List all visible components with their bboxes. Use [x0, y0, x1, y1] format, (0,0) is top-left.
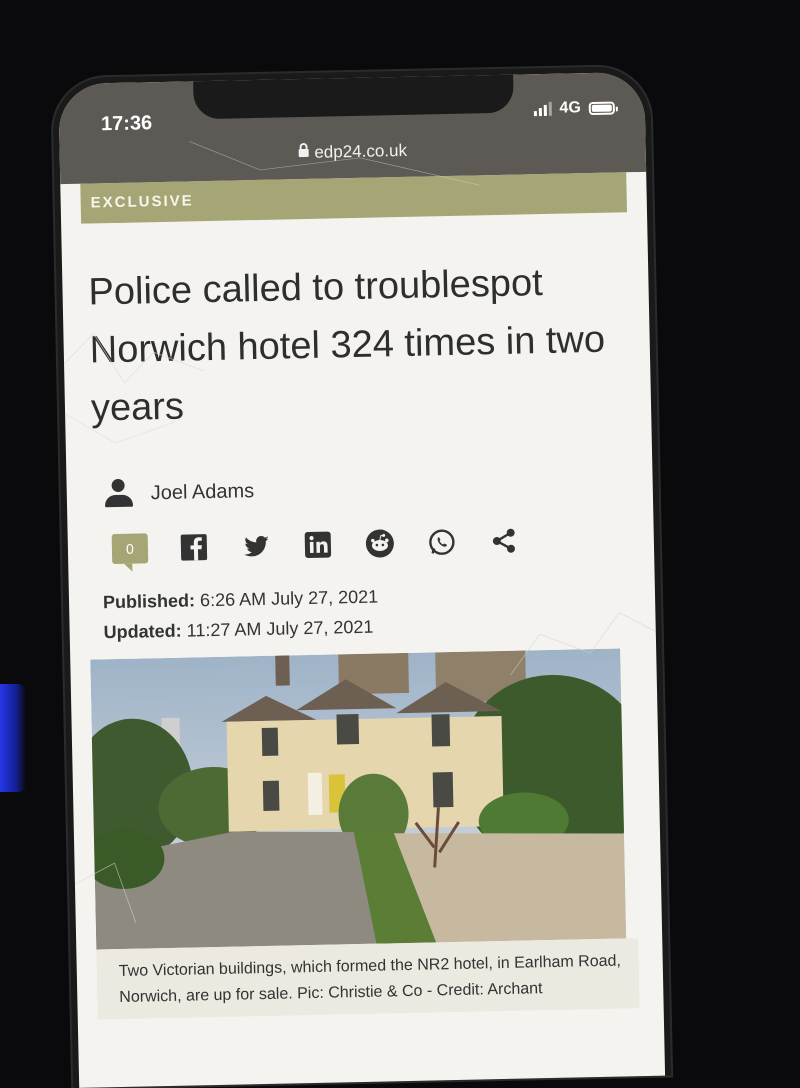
phone-device: 17:36 4G edp24.co.uk EXCLUSIVE Police ca… [52, 65, 672, 1088]
facebook-icon[interactable] [178, 531, 211, 564]
share-icon[interactable] [488, 525, 521, 558]
network-type: 4G [559, 99, 581, 117]
updated-value: 11:27 AM July 27, 2021 [186, 616, 374, 641]
image-caption: Two Victorian buildings, which formed th… [96, 938, 640, 1020]
blue-light-glow [0, 684, 26, 792]
hotel-photo[interactable] [90, 648, 627, 950]
camera-notch [193, 72, 514, 120]
linkedin-icon[interactable] [302, 528, 335, 561]
share-bar: 0 [111, 522, 635, 565]
status-indicators: 4G [533, 98, 615, 118]
author-name[interactable]: Joel Adams [151, 480, 255, 505]
battery-icon [588, 100, 615, 115]
twitter-icon[interactable] [240, 530, 273, 563]
comment-count-button[interactable]: 0 [111, 533, 149, 565]
article: EXCLUSIVE Police called to troublespot N… [80, 172, 643, 1020]
article-dates: Published: 6:26 AM July 27, 2021 Updated… [103, 576, 636, 647]
byline[interactable]: Joel Adams [104, 468, 633, 509]
reddit-icon[interactable] [364, 527, 397, 560]
url-text: edp24.co.uk [314, 140, 408, 162]
browser-chrome: 17:36 4G edp24.co.uk [58, 71, 647, 185]
lock-icon [298, 148, 309, 157]
person-icon [104, 479, 133, 510]
signal-icon [533, 101, 552, 117]
article-headline: Police called to troublespot Norwich hot… [88, 262, 606, 430]
published-label: Published: [102, 590, 196, 613]
phone-screen: 17:36 4G edp24.co.uk EXCLUSIVE Police ca… [58, 71, 666, 1088]
updated-label: Updated: [103, 620, 182, 643]
status-time: 17:36 [100, 112, 153, 136]
published-value: 6:26 AM July 27, 2021 [199, 586, 379, 611]
whatsapp-icon[interactable] [426, 526, 459, 559]
address-bar[interactable]: edp24.co.uk [60, 136, 646, 168]
